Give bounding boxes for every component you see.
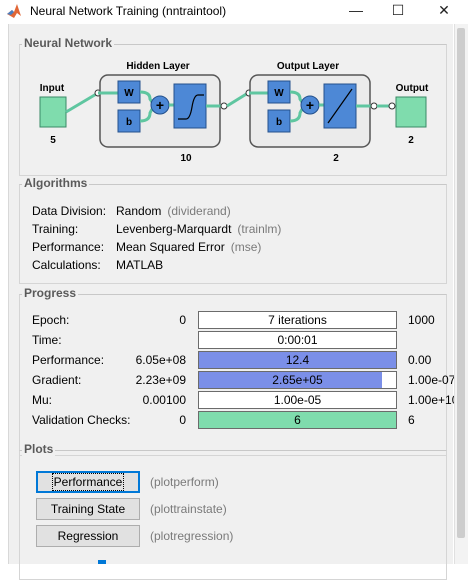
network-diagram: Input 5 Hidden Layer W b + 10 Output Lay… [39, 61, 429, 164]
cut-off-indicator [98, 560, 106, 564]
progress-label: Gradient: [32, 373, 82, 387]
output-box [395, 96, 427, 128]
progress-end-value: 1.00e-07 [408, 373, 456, 387]
progress-start-value: 2.23e+09 [135, 373, 186, 387]
progress-label: Mu: [32, 393, 53, 407]
progress-row-validation-checks: Validation Checks: 0 6 6 [20, 411, 448, 431]
algorithm-label: Performance: [32, 240, 105, 254]
window-title: Neural Network Training (nntraintool) [30, 4, 227, 18]
progress-end-value: 0.00 [408, 353, 432, 367]
progress-row-performance: Performance: 6.05e+08 12.4 0.00 [20, 351, 448, 371]
output-label: Output [396, 83, 429, 94]
hidden-bias-symbol: b [126, 117, 132, 128]
plot-button-label: Regression [57, 529, 119, 543]
neural-network-panel: Neural Network Input 5 Hidden Layer W b … [19, 36, 447, 176]
progress-end-value: 6 [408, 413, 415, 427]
plot-training-state-button[interactable]: Training State [36, 498, 140, 520]
progress-current-value: 1.00e-05 [273, 393, 322, 407]
progress-current-value: 2.65e+05 [272, 373, 323, 387]
algorithm-value: Random [116, 204, 162, 218]
input-link [65, 91, 99, 114]
progress-panel: Progress Epoch: 0 7 iterations 1000 Time… [19, 286, 458, 456]
plot-performance-button[interactable]: Performance [36, 471, 140, 493]
progress-start-value: 0.00100 [142, 393, 186, 407]
algorithm-label: Calculations: [32, 258, 101, 272]
progress-label: Performance: [32, 353, 105, 367]
input-size: 5 [50, 135, 56, 146]
progress-title: Progress [22, 286, 79, 300]
progress-label: Validation Checks: [32, 413, 131, 427]
plots-title: Plots [22, 442, 56, 456]
matlab-logo-icon [7, 4, 21, 18]
progress-row-epoch: Epoch: 0 7 iterations 1000 [20, 311, 448, 331]
hidden-transfer-block [173, 83, 207, 129]
output-layer-size: 2 [333, 153, 339, 164]
progress-row-gradient: Gradient: 2.23e+09 2.65e+05 1.00e-07 [20, 371, 455, 391]
progress-end-value: 1.00e+10 [408, 393, 459, 407]
minimize-button[interactable]: — [336, 0, 376, 22]
progress-bar: 2.65e+05 [198, 371, 397, 389]
algorithm-hint: (trainlm) [237, 222, 282, 236]
output-weight-symbol: W [274, 88, 284, 99]
algorithms-panel: Algorithms Data Division: Random (divider… [19, 176, 447, 284]
progress-current-value: 12.4 [285, 353, 310, 367]
title-bar: Neural Network Training (nntraintool) — … [0, 0, 468, 22]
plot-hint: (plotperform) [150, 475, 219, 489]
plot-hint: (plotregression) [150, 529, 234, 543]
progress-start-value: 0 [179, 413, 186, 427]
algorithm-label: Training: [32, 222, 79, 236]
plot-hint: (plottrainstate) [150, 502, 227, 516]
maximize-button[interactable]: ☐ [378, 0, 418, 22]
progress-label: Epoch: [32, 313, 70, 327]
output-layer-title: Output Layer [277, 61, 339, 72]
progress-bar: 6 [198, 411, 397, 429]
hidden-sum-symbol: + [156, 97, 164, 113]
hidden-layer-size: 10 [180, 153, 192, 164]
algorithm-value: Mean Squared Error [116, 240, 225, 254]
scrollbar-thumb[interactable] [457, 28, 465, 538]
algorithm-hint: (mse) [230, 240, 262, 254]
plot-regression-button[interactable]: Regression [36, 525, 140, 547]
plots-panel: Plots Performance (plotperform) Training… [19, 442, 447, 580]
algorithm-value: Levenberg-Marquardt [116, 222, 232, 236]
progress-row-mu: Mu: 0.00100 1.00e-05 1.00e+10 [20, 391, 458, 411]
window-client-area: Neural Network Input 5 Hidden Layer W b … [8, 24, 458, 580]
progress-start-value: 6.05e+08 [135, 353, 186, 367]
output-size: 2 [408, 135, 414, 146]
plot-button-label: Training State [50, 502, 126, 516]
progress-bar: 1.00e-05 [198, 391, 397, 409]
algorithm-value: MATLAB [116, 258, 164, 272]
progress-end-value: 1000 [408, 313, 435, 327]
progress-start-value: 0 [179, 313, 186, 327]
input-label: Input [40, 83, 65, 94]
progress-bar: 7 iterations [198, 311, 397, 329]
algorithm-label: Data Division: [32, 204, 107, 218]
progress-current-value: 0:00:01 [277, 333, 318, 347]
vertical-scrollbar[interactable] [454, 24, 468, 564]
input-box [39, 96, 67, 128]
progress-bar: 12.4 [198, 351, 397, 369]
progress-row-time: Time: 0:00:01 [20, 331, 448, 351]
output-bias-symbol: b [276, 117, 282, 128]
progress-current-value: 6 [294, 413, 301, 427]
progress-label: Time: [32, 333, 62, 347]
algorithms-title: Algorithms [22, 176, 90, 190]
output-sum-symbol: + [306, 97, 314, 113]
progress-bar: 0:00:01 [198, 331, 397, 349]
close-button[interactable]: ✕ [424, 0, 464, 22]
hidden-layer-title: Hidden Layer [126, 61, 189, 72]
algorithm-hint: (dividerand) [167, 204, 231, 218]
plot-button-label: Performance [51, 473, 125, 491]
hidden-weight-symbol: W [124, 88, 134, 99]
progress-current-value: 7 iterations [268, 313, 327, 327]
